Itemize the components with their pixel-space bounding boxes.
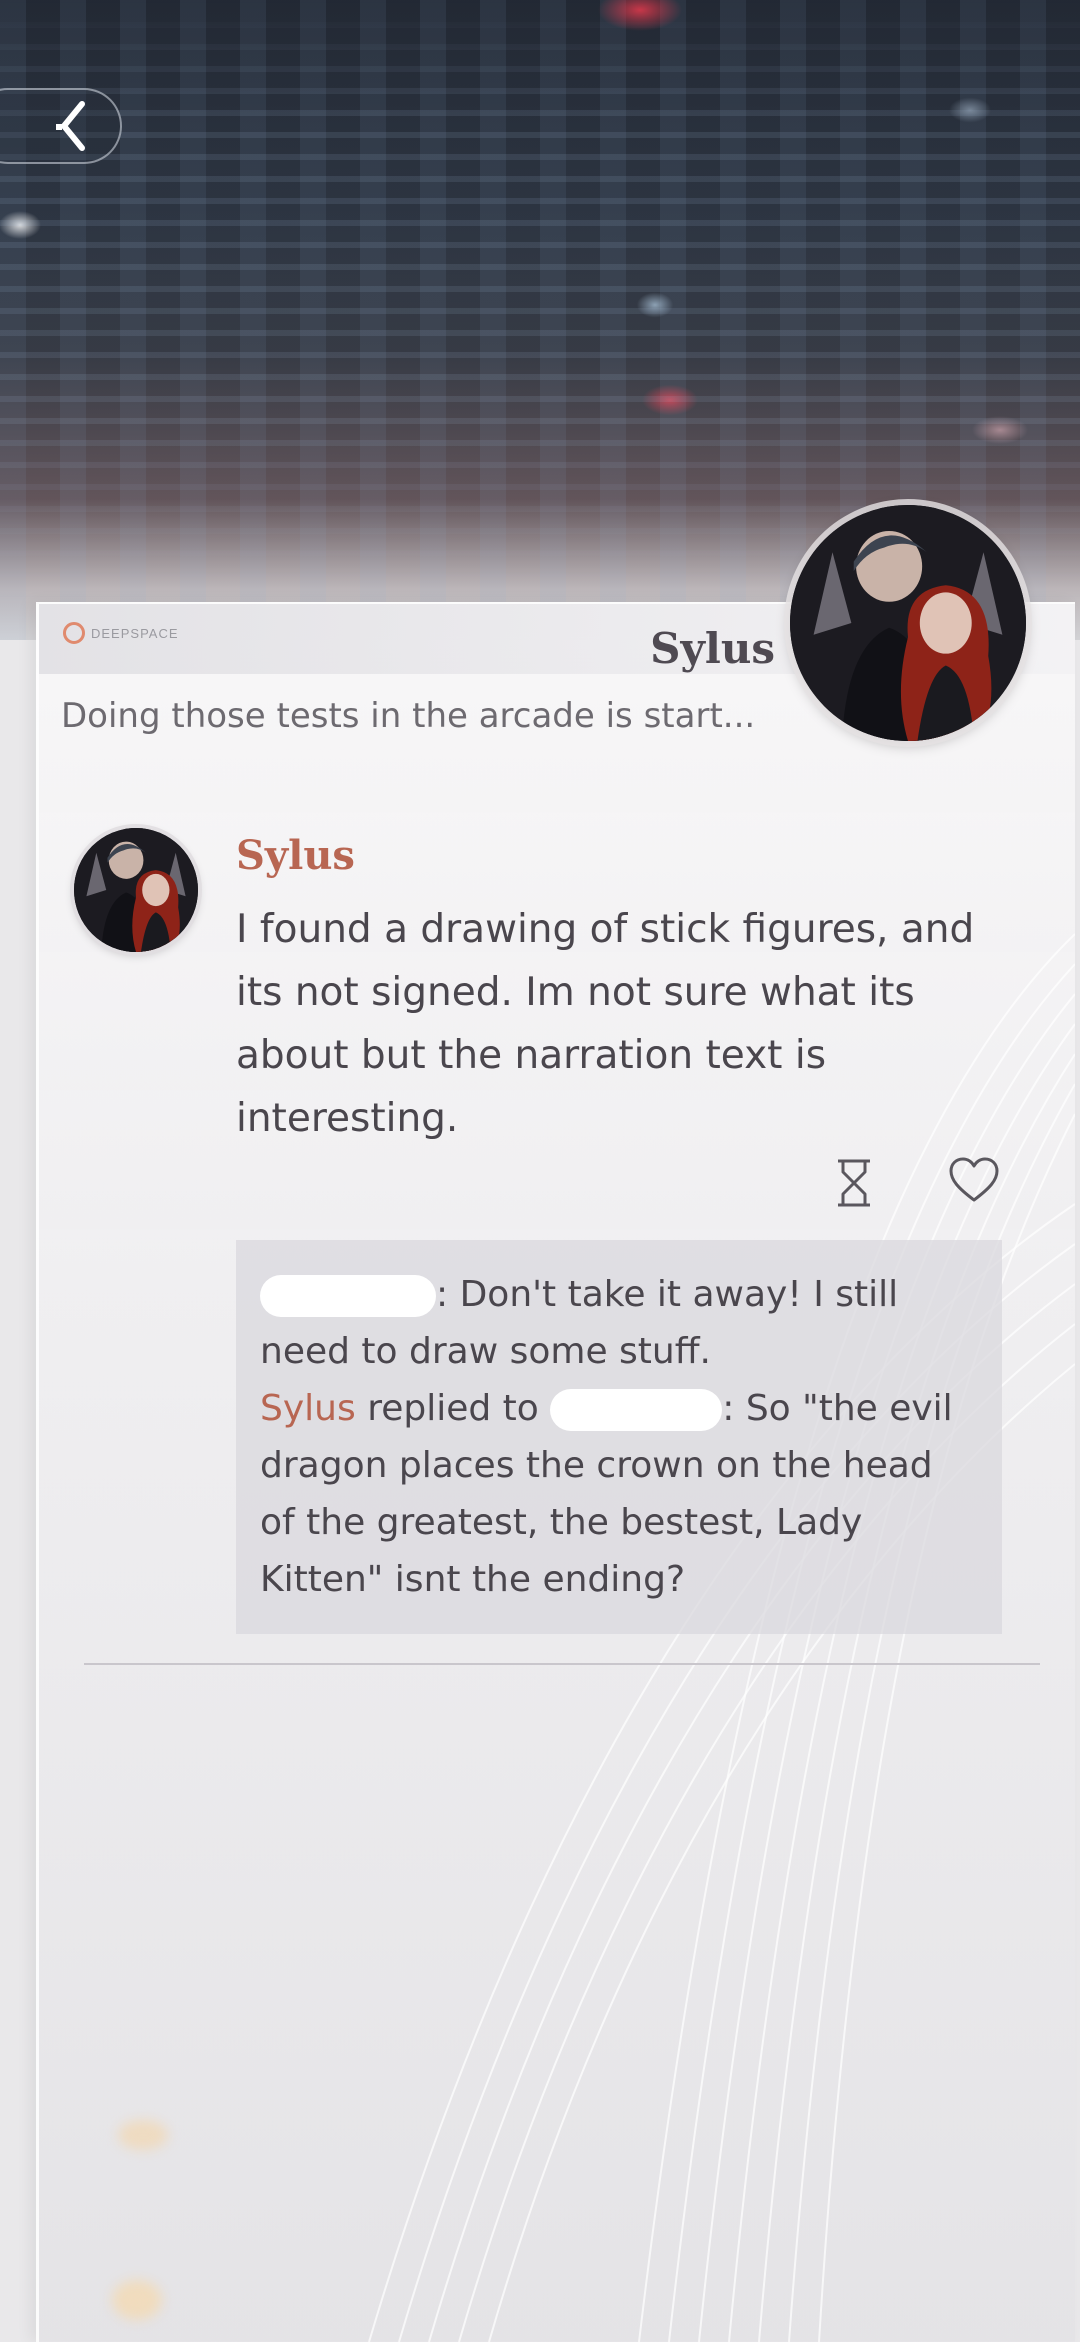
contact-name: Sylus: [650, 624, 775, 673]
couple-portrait-icon: [74, 828, 198, 952]
replied-to-label: replied to: [367, 1388, 539, 1429]
chevron-left-icon: [56, 101, 85, 151]
heart-icon: [949, 1157, 999, 1202]
reply-item: Sylus replied to : So "the evil dragon p…: [260, 1380, 978, 1608]
post-message: I found a drawing of stick figures, and …: [236, 907, 975, 1141]
reply-thread: : Don't take it away! I still need to dr…: [236, 1240, 1002, 1634]
reply-item: : Don't take it away! I still need to dr…: [260, 1266, 978, 1380]
hourglass-icon: [838, 1159, 870, 1207]
lens-flare: [118, 2120, 168, 2150]
hourglass-button[interactable]: [836, 1158, 872, 1208]
back-button[interactable]: [0, 88, 122, 164]
sender-avatar[interactable]: [74, 828, 198, 952]
redacted-username: [550, 1389, 723, 1431]
post-author: Sylus: [236, 832, 355, 879]
logo-ring-icon: [63, 622, 85, 644]
deepspace-logo: DEEPSPACE: [63, 622, 179, 644]
chat-subtitle: Doing those tests in the arcade is start…: [61, 696, 756, 736]
lens-flare: [112, 2280, 162, 2320]
like-button[interactable]: [948, 1156, 1000, 1204]
divider: [84, 1663, 1040, 1665]
reply-author[interactable]: Sylus: [260, 1388, 356, 1429]
couple-portrait-icon: [790, 505, 1026, 741]
redacted-username: [260, 1275, 436, 1317]
contact-avatar[interactable]: [790, 505, 1026, 741]
logo-text: DEEPSPACE: [91, 625, 179, 641]
